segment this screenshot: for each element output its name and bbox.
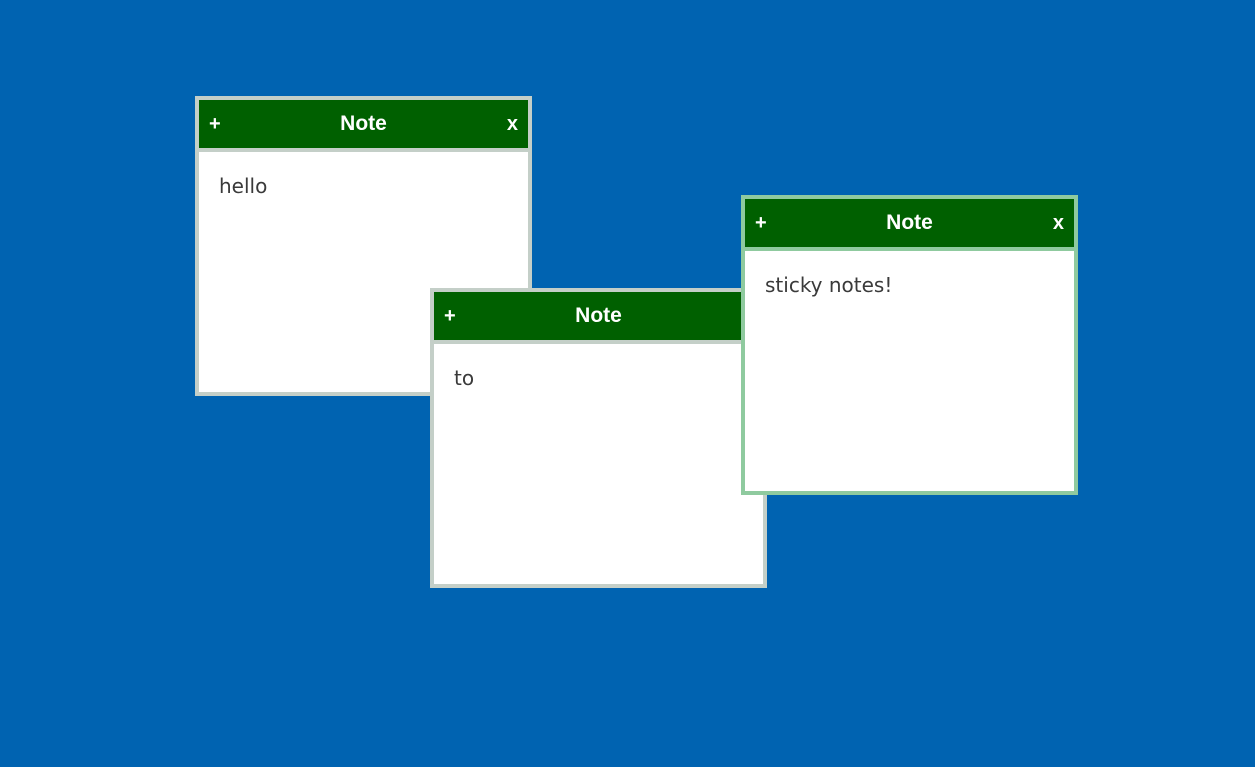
note-title: Note [340,112,387,135]
note-textarea[interactable]: to [434,344,763,580]
note-title: Note [886,211,933,234]
close-note-button[interactable]: x [1049,199,1068,247]
note-title: Note [575,304,622,327]
sticky-note[interactable]: + Note x to [430,288,767,588]
note-header[interactable]: + Note x [434,292,763,344]
sticky-note[interactable]: + Note x sticky notes! [741,195,1078,495]
note-header[interactable]: + Note x [199,100,528,152]
note-textarea[interactable]: sticky notes! [745,251,1074,487]
close-note-button[interactable]: x [503,100,522,148]
note-header[interactable]: + Note x [745,199,1074,251]
